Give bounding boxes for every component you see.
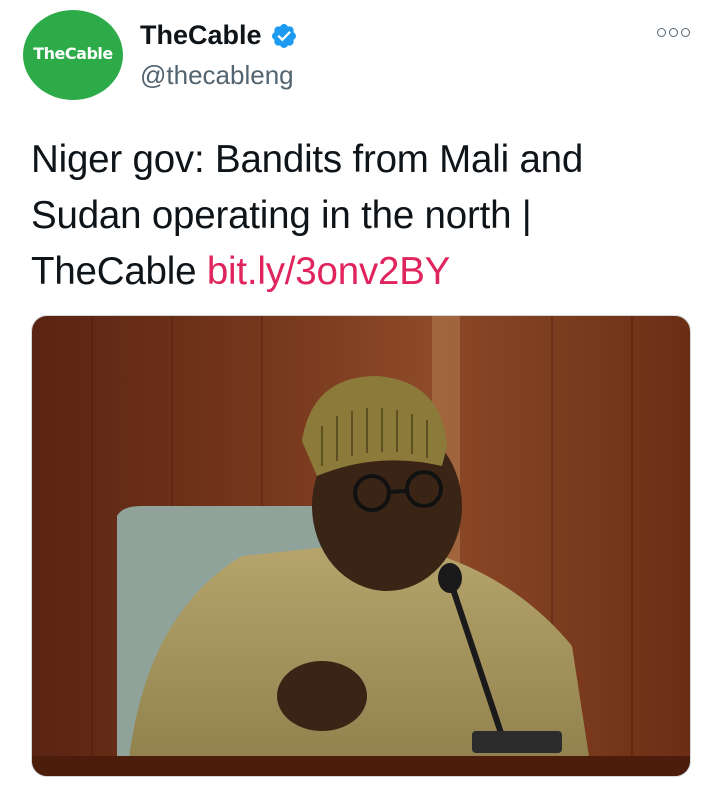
- display-name[interactable]: TheCable: [140, 20, 262, 51]
- author-name-row: TheCable: [140, 20, 298, 51]
- more-options-icon[interactable]: [657, 28, 690, 37]
- tweet-link[interactable]: bit.ly/3onv2BY: [207, 250, 451, 293]
- avatar[interactable]: TheCable: [23, 10, 123, 100]
- author-handle[interactable]: @thecableng: [140, 60, 294, 91]
- photo-media-icon: [32, 316, 690, 776]
- tweet-text: Niger gov: Bandits from Mali and Sudan o…: [31, 132, 696, 300]
- verified-badge-icon: [271, 23, 296, 48]
- avatar-logo-text: TheCable: [33, 43, 113, 63]
- tweet-photo[interactable]: [31, 315, 691, 777]
